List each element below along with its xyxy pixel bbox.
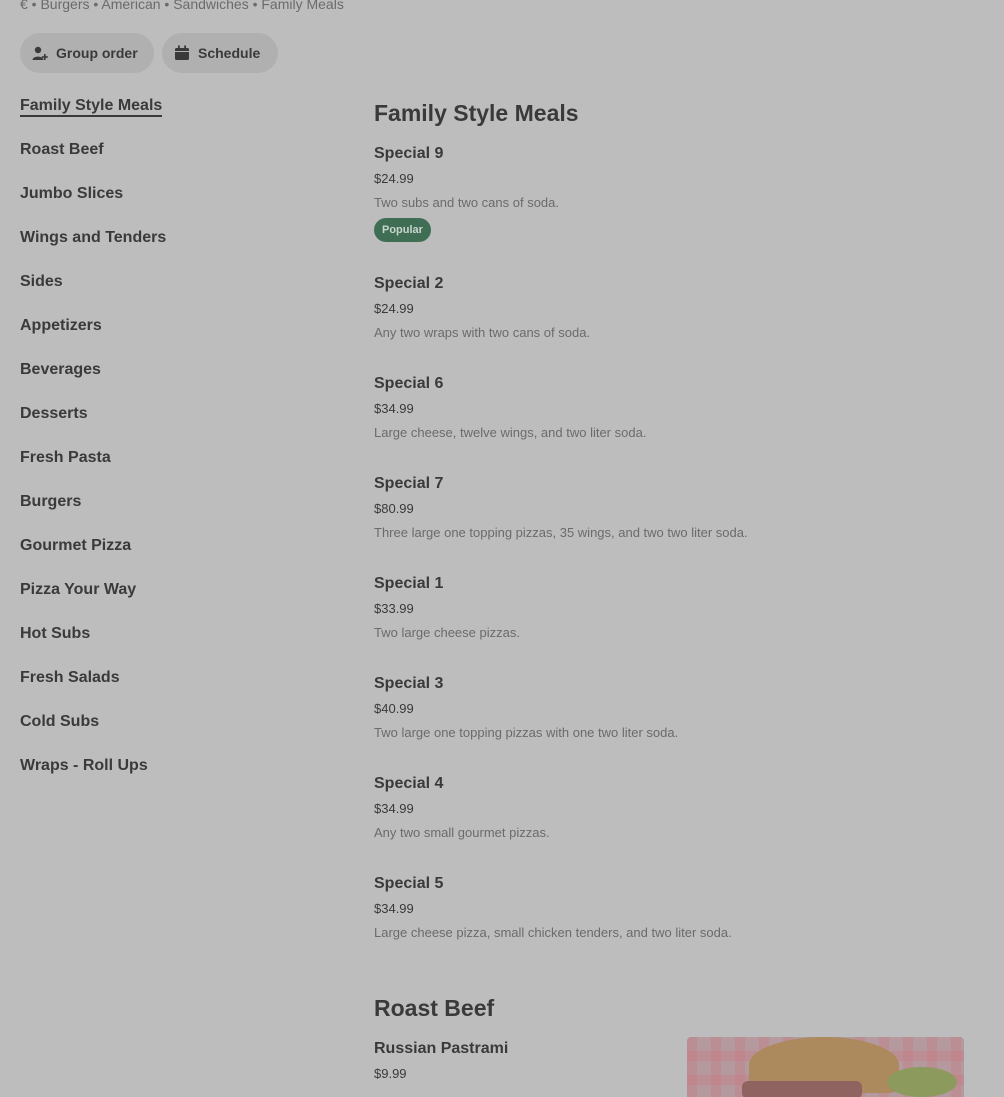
menu-item-special-2[interactable]: Special 2 $24.99 Any two wraps with two … — [374, 274, 974, 341]
menu-content: Family Style Meals Special 9 $24.99 Two … — [374, 96, 974, 1082]
sidebar-item-roast-beef[interactable]: Roast Beef — [20, 138, 320, 182]
item-description: Any two wraps with two cans of soda. — [374, 325, 591, 340]
item-name: Special 6 — [374, 375, 444, 392]
sidebar-item-label: Wraps - Roll Ups — [20, 757, 148, 774]
restaurant-tagline: € • Burgers • American • Sandwiches • Fa… — [20, 0, 344, 12]
menu-item-special-3[interactable]: Special 3 $40.99 Two large one topping p… — [374, 674, 974, 741]
sidebar-item-label: Cold Subs — [20, 713, 100, 730]
menu-item-special-7[interactable]: Special 7 $80.99 Three large one topping… — [374, 474, 974, 541]
sidebar-item-appetizers[interactable]: Appetizers — [20, 314, 320, 358]
sidebar-item-label: Burgers — [20, 493, 82, 510]
section-title-family-style-meals: Family Style Meals — [374, 100, 579, 126]
sidebar-item-label: Family Style Meals — [20, 97, 163, 117]
sidebar-item-label: Desserts — [20, 405, 88, 422]
sidebar-item-wraps-roll-ups[interactable]: Wraps - Roll Ups — [20, 754, 320, 798]
item-price: $24.99 — [374, 301, 414, 316]
item-price: $34.99 — [374, 901, 414, 916]
sidebar-item-label: Gourmet Pizza — [20, 537, 132, 554]
sidebar-item-fresh-pasta[interactable]: Fresh Pasta — [20, 446, 320, 490]
menu-item-special-9[interactable]: Special 9 $24.99 Two subs and two cans o… — [374, 144, 974, 242]
sidebar-item-hot-subs[interactable]: Hot Subs — [20, 622, 320, 666]
item-name: Special 7 — [374, 475, 444, 492]
sidebar-item-label: Appetizers — [20, 317, 102, 334]
sidebar-item-label: Jumbo Slices — [20, 185, 124, 202]
item-name: Special 3 — [374, 675, 444, 692]
sidebar-item-label: Fresh Salads — [20, 669, 120, 686]
item-description: Two large one topping pizzas with one tw… — [374, 725, 679, 740]
group-order-label: Group order — [56, 45, 138, 61]
sidebar-item-sides[interactable]: Sides — [20, 270, 320, 314]
menu-category-sidebar: Family Style Meals Roast Beef Jumbo Slic… — [20, 94, 320, 798]
sidebar-item-label: Fresh Pasta — [20, 449, 111, 466]
add-person-icon — [32, 46, 48, 60]
popular-badge: Popular — [374, 218, 431, 242]
schedule-label: Schedule — [198, 45, 261, 61]
sidebar-item-label: Beverages — [20, 361, 101, 378]
sidebar-item-pizza-your-way[interactable]: Pizza Your Way — [20, 578, 320, 622]
sidebar-item-label: Roast Beef — [20, 141, 104, 158]
item-price: $34.99 — [374, 801, 414, 816]
menu-item-special-1[interactable]: Special 1 $33.99 Two large cheese pizzas… — [374, 574, 974, 641]
calendar-icon — [175, 45, 189, 60]
item-price: $33.99 — [374, 601, 414, 616]
russian-pastrami-image[interactable] — [687, 1037, 964, 1097]
item-price: $80.99 — [374, 501, 414, 516]
item-description: Two subs and two cans of soda. — [374, 195, 559, 210]
sidebar-item-cold-subs[interactable]: Cold Subs — [20, 710, 320, 754]
sidebar-item-desserts[interactable]: Desserts — [20, 402, 320, 446]
item-description: Three large one topping pizzas, 35 wings… — [374, 525, 748, 540]
sidebar-item-gourmet-pizza[interactable]: Gourmet Pizza — [20, 534, 320, 578]
sidebar-item-burgers[interactable]: Burgers — [20, 490, 320, 534]
item-description: Large cheese pizza, small chicken tender… — [374, 925, 732, 940]
menu-item-special-5[interactable]: Special 5 $34.99 Large cheese pizza, sma… — [374, 874, 974, 941]
sidebar-item-wings-and-tenders[interactable]: Wings and Tenders — [20, 226, 320, 270]
sidebar-item-label: Hot Subs — [20, 625, 91, 642]
sidebar-item-label: Wings and Tenders — [20, 229, 167, 246]
item-description: Large cheese, twelve wings, and two lite… — [374, 425, 647, 440]
item-description: Two large cheese pizzas. — [374, 625, 520, 640]
sandwich-meat-shape — [742, 1081, 862, 1097]
item-name: Special 4 — [374, 775, 444, 792]
sidebar-item-fresh-salads[interactable]: Fresh Salads — [20, 666, 320, 710]
item-name: Special 9 — [374, 145, 444, 162]
sidebar-item-label: Sides — [20, 273, 63, 290]
sidebar-item-beverages[interactable]: Beverages — [20, 358, 320, 402]
pickle-shape — [887, 1067, 957, 1097]
sidebar-item-label: Pizza Your Way — [20, 581, 137, 598]
sidebar-item-family-style-meals[interactable]: Family Style Meals — [20, 94, 320, 138]
menu-item-special-6[interactable]: Special 6 $34.99 Large cheese, twelve wi… — [374, 374, 974, 441]
item-price: $40.99 — [374, 701, 414, 716]
item-description: Any two small gourmet pizzas. — [374, 825, 550, 840]
menu-item-special-4[interactable]: Special 4 $34.99 Any two small gourmet p… — [374, 774, 974, 841]
item-price: $34.99 — [374, 401, 414, 416]
schedule-button[interactable]: Schedule — [162, 33, 278, 73]
sidebar-item-jumbo-slices[interactable]: Jumbo Slices — [20, 182, 320, 226]
item-price: $24.99 — [374, 171, 414, 186]
section-title-roast-beef: Roast Beef — [374, 995, 495, 1021]
item-name: Special 2 — [374, 275, 444, 292]
group-order-button[interactable]: Group order — [20, 33, 154, 73]
item-name: Special 5 — [374, 875, 444, 892]
item-name: Special 1 — [374, 575, 444, 592]
